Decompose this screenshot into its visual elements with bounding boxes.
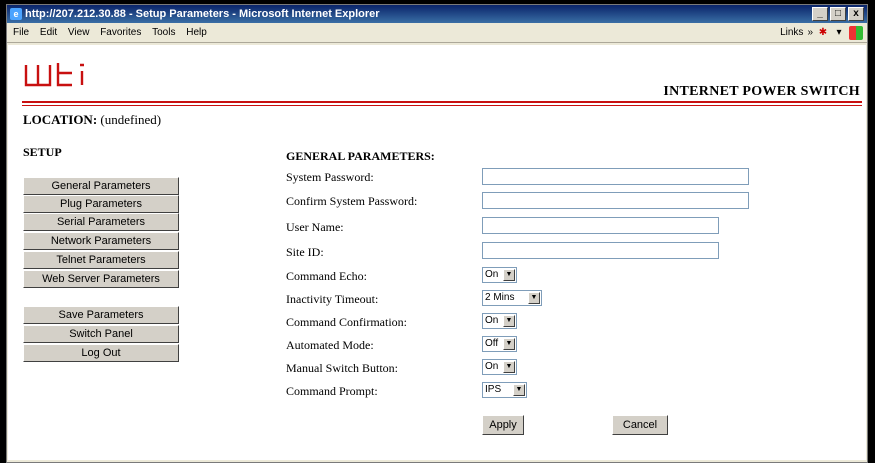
menu-tools[interactable]: Tools bbox=[148, 23, 179, 43]
nav-telnet-parameters[interactable]: Telnet Parameters bbox=[23, 251, 179, 269]
page-content: INTERNET POWER SWITCH LOCATION: (undefin… bbox=[8, 45, 866, 460]
automated-mode-select[interactable]: Off ▼ bbox=[482, 336, 517, 352]
location-label: LOCATION: bbox=[23, 112, 98, 127]
nav-switch-panel[interactable]: Switch Panel bbox=[23, 325, 179, 343]
nav-serial-parameters[interactable]: Serial Parameters bbox=[23, 213, 179, 231]
command-prompt-select[interactable]: IPS ▼ bbox=[482, 382, 527, 398]
header-rule bbox=[22, 101, 862, 103]
command-echo-value: On bbox=[485, 269, 499, 280]
menu-view[interactable]: View bbox=[64, 23, 94, 43]
window-titlebar: e http://207.212.30.88 - Setup Parameter… bbox=[7, 5, 867, 23]
inactivity-timeout-label: Inactivity Timeout: bbox=[286, 292, 379, 306]
menu-favorites[interactable]: Favorites bbox=[96, 23, 145, 43]
manual-switch-label: Manual Switch Button: bbox=[286, 361, 398, 375]
location-value: (undefined) bbox=[100, 112, 162, 127]
confirm-password-label: Confirm System Password: bbox=[286, 194, 418, 208]
menu-help[interactable]: Help bbox=[182, 23, 211, 43]
manual-switch-value: On bbox=[485, 361, 499, 372]
user-name-field[interactable] bbox=[482, 217, 719, 234]
automated-mode-label: Automated Mode: bbox=[286, 338, 374, 352]
apply-button[interactable]: Apply bbox=[482, 415, 524, 435]
wti-logo bbox=[24, 63, 84, 87]
dropdown-arrow-icon[interactable]: ▾ bbox=[833, 27, 845, 39]
location-line: LOCATION: (undefined) bbox=[23, 112, 161, 128]
command-prompt-label: Command Prompt: bbox=[286, 384, 378, 398]
chevron-down-icon[interactable]: ▼ bbox=[513, 384, 525, 396]
minimize-button[interactable]: _ bbox=[812, 7, 828, 21]
confirm-password-field[interactable] bbox=[482, 192, 749, 209]
site-id-field[interactable] bbox=[482, 242, 719, 259]
window-title: http://207.212.30.88 - Setup Parameters … bbox=[25, 8, 380, 20]
cancel-button[interactable]: Cancel bbox=[612, 415, 668, 435]
menu-bar: File Edit View Favorites Tools Help Link… bbox=[7, 23, 867, 43]
system-password-label: System Password: bbox=[286, 170, 374, 184]
user-name-label: User Name: bbox=[286, 220, 344, 234]
browser-window: e http://207.212.30.88 - Setup Parameter… bbox=[6, 4, 868, 463]
inactivity-timeout-value: 2 Mins bbox=[485, 292, 515, 303]
system-password-field[interactable] bbox=[482, 168, 749, 185]
nav-log-out[interactable]: Log Out bbox=[23, 344, 179, 362]
inactivity-timeout-select[interactable]: 2 Mins ▼ bbox=[482, 290, 542, 306]
nav-web-server-parameters[interactable]: Web Server Parameters bbox=[23, 270, 179, 288]
command-echo-label: Command Echo: bbox=[286, 269, 367, 283]
command-echo-select[interactable]: On ▼ bbox=[482, 267, 517, 283]
command-confirmation-label: Command Confirmation: bbox=[286, 315, 407, 329]
manual-switch-select[interactable]: On ▼ bbox=[482, 359, 517, 375]
nav-plug-parameters[interactable]: Plug Parameters bbox=[23, 195, 179, 213]
command-confirmation-value: On bbox=[485, 315, 499, 326]
chevron-down-icon[interactable]: ▼ bbox=[503, 361, 515, 373]
links-chevron-icon[interactable]: » bbox=[807, 23, 813, 43]
site-id-label: Site ID: bbox=[286, 245, 324, 259]
chevron-down-icon[interactable]: ▼ bbox=[503, 269, 515, 281]
menu-file[interactable]: File bbox=[9, 23, 33, 43]
form-title: GENERAL PARAMETERS: bbox=[286, 149, 435, 163]
product-title: INTERNET POWER SWITCH bbox=[663, 84, 860, 99]
chevron-down-icon[interactable]: ▼ bbox=[503, 338, 515, 350]
links-label[interactable]: Links bbox=[780, 23, 803, 43]
chevron-down-icon[interactable]: ▼ bbox=[528, 292, 540, 304]
windows-logo-icon bbox=[849, 26, 863, 40]
toolbar-tool-icon[interactable]: ✱ bbox=[817, 27, 829, 39]
close-button[interactable]: x bbox=[848, 7, 864, 21]
window-controls: _ □ x bbox=[812, 7, 864, 21]
ie-logo-icon: e bbox=[10, 8, 22, 20]
command-confirmation-select[interactable]: On ▼ bbox=[482, 313, 517, 329]
command-prompt-value: IPS bbox=[485, 384, 502, 395]
chevron-down-icon[interactable]: ▼ bbox=[503, 315, 515, 327]
maximize-button[interactable]: □ bbox=[830, 7, 846, 21]
header-rule-thin bbox=[22, 105, 862, 106]
automated-mode-value: Off bbox=[485, 338, 499, 349]
nav-general-parameters[interactable]: General Parameters bbox=[23, 177, 179, 195]
nav-save-parameters[interactable]: Save Parameters bbox=[23, 306, 179, 324]
nav-network-parameters[interactable]: Network Parameters bbox=[23, 232, 179, 250]
menu-edit[interactable]: Edit bbox=[36, 23, 61, 43]
setup-title: SETUP bbox=[23, 145, 62, 159]
